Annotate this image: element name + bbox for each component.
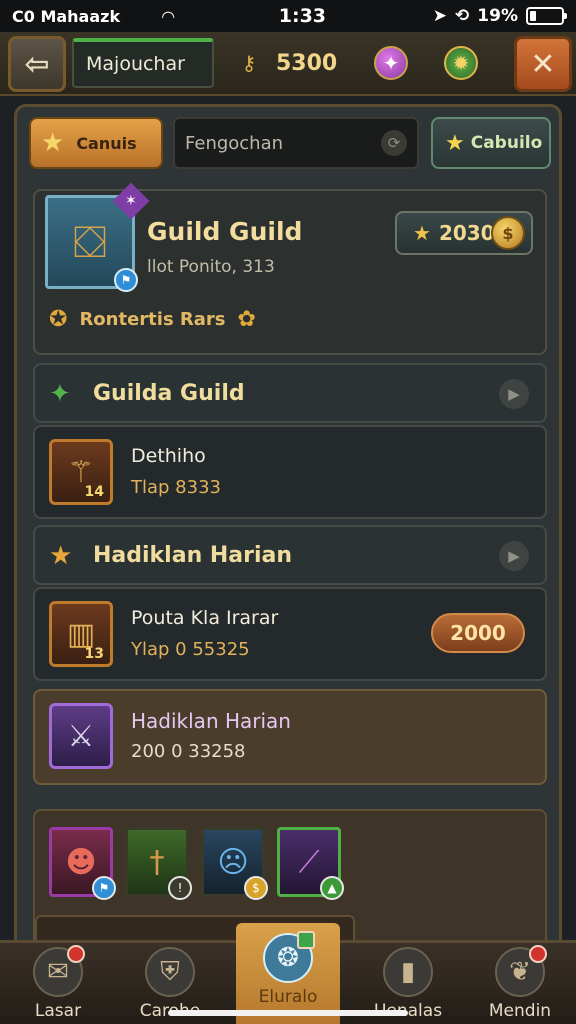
sword-badge-icon: ! xyxy=(168,876,192,900)
item-subtitle: Tlap 8333 xyxy=(131,477,221,498)
buy-button[interactable]: 2000 xyxy=(431,613,525,653)
item-title: Pouta Kla Irarar xyxy=(131,607,279,629)
rotation-lock-icon: ⟲ xyxy=(455,6,470,26)
tab-cabuilo-label: Cabuilo xyxy=(470,133,543,153)
gold-key-icon: ⚷ xyxy=(241,51,257,75)
guild-bonus-row: ✪ Rontertis Rars ✿ xyxy=(49,307,256,332)
hero-portrait-icon: ☻ xyxy=(65,844,97,880)
item-level: 13 xyxy=(84,646,104,662)
battery-icon xyxy=(526,7,567,25)
tab-canuis-label: Canuis xyxy=(76,133,137,153)
guild-emblem[interactable]: ⛋ ✶ ⚑ xyxy=(45,182,150,292)
star-icon: ★ xyxy=(41,128,65,158)
item-icon: ⚚ 14 xyxy=(49,439,113,505)
guild-gold-amount: 2030 xyxy=(438,221,495,245)
hero-portrait: ⚔ xyxy=(49,703,113,769)
hero-slot[interactable]: ☻ ⚑ xyxy=(49,827,116,900)
treasure-chest-icon: ⛋ xyxy=(73,216,107,268)
notification-dot xyxy=(67,945,85,963)
home-indicator[interactable] xyxy=(168,1010,408,1016)
search-input[interactable]: Fengochan ⟳ xyxy=(173,117,419,169)
rank-badge-icon: ✶ xyxy=(112,182,150,220)
close-button[interactable]: ✕ xyxy=(514,36,572,92)
shield-badge-icon: ⚑ xyxy=(92,876,116,900)
nav-mendin[interactable]: ❦ Mendin xyxy=(466,943,574,1024)
search-value: Fengochan xyxy=(185,132,284,154)
guild-info-card[interactable]: ⛋ ✶ ⚑ Guild Guild llot Ponito, 313 ★ 203… xyxy=(33,182,547,355)
item-icon: ▥ 13 xyxy=(49,601,113,667)
tab-canuis[interactable]: ★ Canuis xyxy=(29,117,163,169)
gold-coin-icon: $ xyxy=(491,216,525,250)
carrier-name: C0 Mahaazk xyxy=(12,6,121,26)
dagger-icon: † xyxy=(149,844,165,880)
upgrade-badge-icon: ▲ xyxy=(320,876,344,900)
price-label: 2000 xyxy=(450,621,506,645)
gem-coin-icon: ✦ xyxy=(374,46,408,80)
back-button[interactable]: ⇦ xyxy=(8,36,66,92)
gear-flower-icon: ✿ xyxy=(237,307,256,332)
guild-gold-button[interactable]: ★ 2030 $ xyxy=(395,211,533,255)
chevron-right-icon[interactable]: ▶ xyxy=(499,379,529,409)
list-item[interactable]: ▥ 13 Pouta Kla Irarar Ylap 0 55325 2000 xyxy=(33,587,547,681)
star-icon: ★ xyxy=(445,130,465,156)
star-icon: ★ xyxy=(49,541,73,571)
item-level: 14 xyxy=(84,484,104,500)
tab-cabuilo[interactable]: ★ Cabuilo xyxy=(431,117,551,169)
hero-slot[interactable]: † ! xyxy=(125,827,192,900)
section-header-guild[interactable]: ✦ Guilda Guild ▶ xyxy=(33,363,547,423)
hero-card[interactable]: ⚔ Hadiklan Harian 200 0 33258 xyxy=(33,689,547,785)
close-icon: ✕ xyxy=(530,46,556,82)
guild-name: Guild Guild xyxy=(147,217,303,246)
list-item[interactable]: ⚚ 14 Dethiho Tlap 8333 xyxy=(33,425,547,519)
nav-label: Lasar xyxy=(34,1001,82,1021)
tab-row: ★ Canuis Fengochan ⟳ ★ Cabuilo xyxy=(29,117,551,171)
nav-label: Eluralo xyxy=(258,987,318,1007)
chevron-right-icon[interactable]: ▶ xyxy=(499,541,529,571)
nav-lasar[interactable]: ✉ Lasar xyxy=(4,943,112,1024)
plus-badge-icon xyxy=(297,931,315,949)
shield-badge-icon: ⚑ xyxy=(114,268,138,292)
nav-eluralo[interactable]: ❂ Eluralo xyxy=(236,923,340,1024)
item-title: Dethiho xyxy=(131,445,206,467)
section-title: Guilda Guild xyxy=(93,381,245,406)
leaf-star-icon: ✦ xyxy=(49,379,71,409)
item-subtitle: Ylap 0 55325 xyxy=(131,639,250,660)
player-name-pill[interactable]: Majouchar xyxy=(72,38,214,88)
status-bar: C0 Mahaazk ◠ 1:33 ➤ ⟲ 19% xyxy=(0,0,576,32)
medal-resource[interactable]: ✹ xyxy=(444,46,478,80)
section-title: Hadiklan Harian xyxy=(93,543,293,568)
hero-subtitle: 200 0 33258 xyxy=(131,741,246,762)
tower-icon: ▮ xyxy=(383,947,433,997)
spear-icon: ⟋ xyxy=(298,844,320,880)
nav-label: Mendin xyxy=(488,1001,552,1021)
hero-title: Hadiklan Harian xyxy=(131,709,291,733)
guild-panel: ★ Canuis Fengochan ⟳ ★ Cabuilo ⛋ ✶ ⚑ Gui… xyxy=(14,104,562,954)
gold-amount: 5300 xyxy=(276,50,338,76)
location-arrow-icon: ➤ xyxy=(432,6,448,26)
clock: 1:33 xyxy=(278,5,327,27)
section-header-harian[interactable]: ★ Hadiklan Harian ▶ xyxy=(33,525,547,585)
dragon-head-icon: ❦ xyxy=(495,945,547,997)
shield-crest-icon: ⛨ xyxy=(145,947,195,997)
hero-slot[interactable]: ⟋ ▲ xyxy=(277,827,344,900)
top-bar: ⇦ Majouchar ⚷ 5300 ✦ ✹ ✕ xyxy=(0,32,576,96)
axe-weapon-icon: ⚔ xyxy=(67,718,95,754)
crown-badge-icon: ✪ xyxy=(49,307,68,332)
scroll-map-icon: ✉ xyxy=(33,945,85,997)
gold-resource[interactable]: ⚷ 5300 xyxy=(232,46,338,80)
battery-percent: 19% xyxy=(477,6,518,26)
guild-bonus-label: Rontertis Rars xyxy=(79,309,226,330)
guild-subtitle: llot Ponito, 313 xyxy=(147,257,275,277)
small-star-icon: ★ xyxy=(413,221,431,245)
hero-slot[interactable]: ☹ $ xyxy=(201,827,268,900)
guild-emblem-icon: ❂ xyxy=(263,931,315,983)
player-name: Majouchar xyxy=(86,53,185,75)
back-arrow-icon: ⇦ xyxy=(24,46,50,82)
coin-badge-icon: $ xyxy=(244,876,268,900)
hero-portrait-icon: ☹ xyxy=(217,844,249,880)
medal-icon: ✹ xyxy=(444,46,478,80)
gem-resource[interactable]: ✦ xyxy=(374,46,408,80)
notification-dot xyxy=(529,945,547,963)
refresh-icon[interactable]: ⟳ xyxy=(381,130,407,156)
